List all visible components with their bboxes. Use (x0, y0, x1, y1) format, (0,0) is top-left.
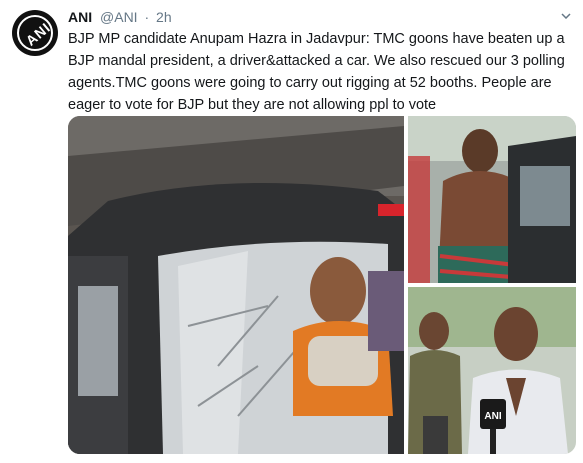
photo-damaged-car[interactable] (68, 116, 404, 454)
author-name[interactable]: ANI (68, 9, 92, 25)
separator-dot: · (144, 9, 150, 25)
tweet-header: ANI @ANI · 2h (68, 9, 172, 27)
tweet-media-grid[interactable]: ANI (68, 116, 576, 454)
tweet[interactable]: ANI ANI @ANI · 2h BJP MP candidate Anupa… (0, 0, 583, 463)
photo-man-speaking[interactable]: ANI (408, 287, 576, 454)
photo-injured-man[interactable] (408, 116, 576, 283)
mic-flag-text: ANI (484, 411, 501, 422)
tweet-timestamp[interactable]: 2h (156, 9, 172, 25)
avatar[interactable]: ANI (12, 10, 58, 56)
author-handle[interactable]: @ANI (100, 9, 138, 25)
chevron-down-icon[interactable] (561, 13, 571, 19)
tweet-text: BJP MP candidate Anupam Hazra in Jadavpu… (68, 31, 565, 113)
